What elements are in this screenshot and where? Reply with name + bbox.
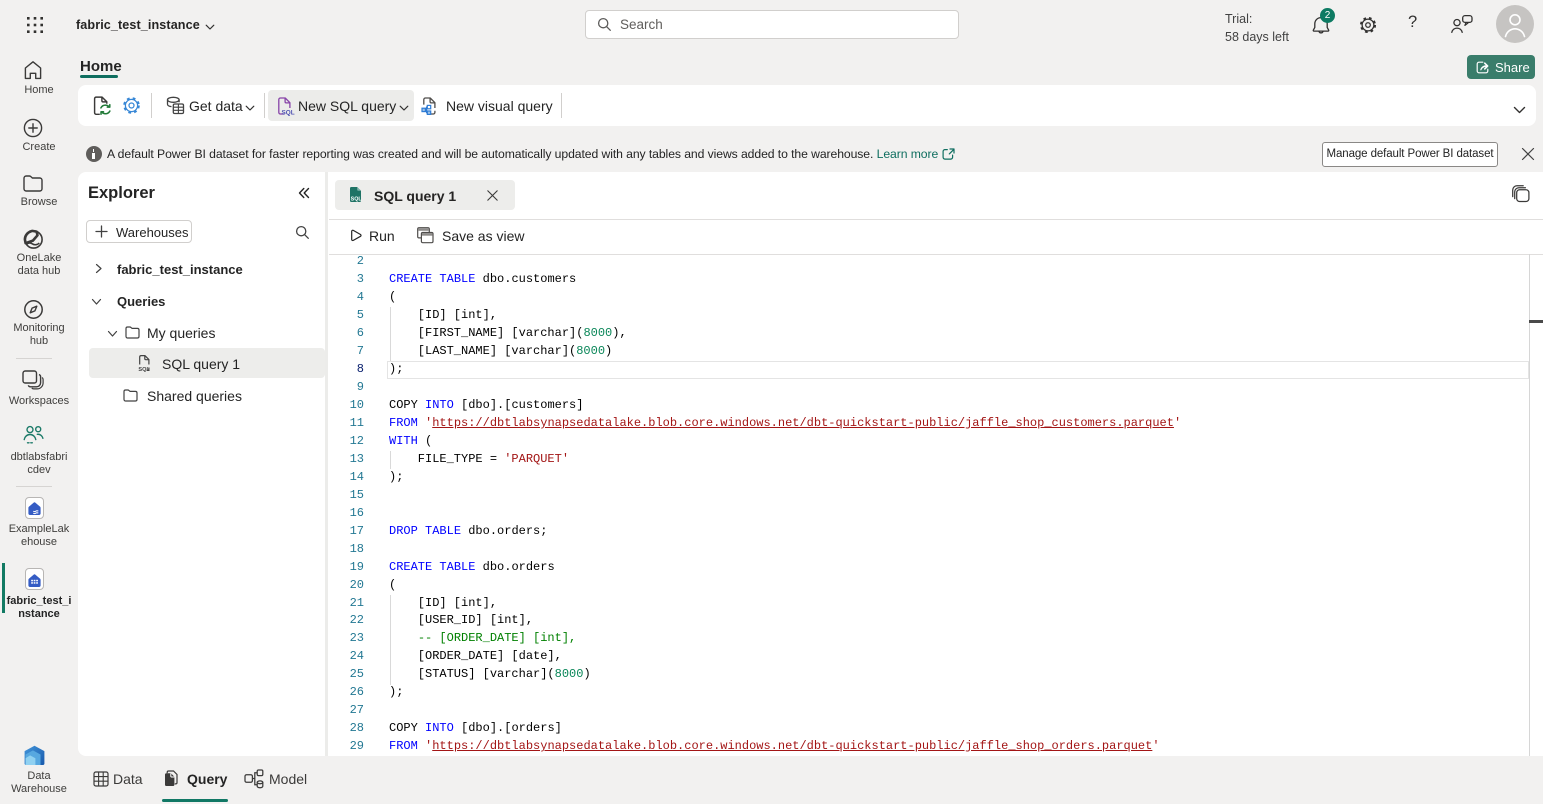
svg-text:SQL: SQL <box>282 110 295 116</box>
svg-text:SQL: SQL <box>351 197 362 203</box>
svg-text:SQL: SQL <box>138 367 150 372</box>
